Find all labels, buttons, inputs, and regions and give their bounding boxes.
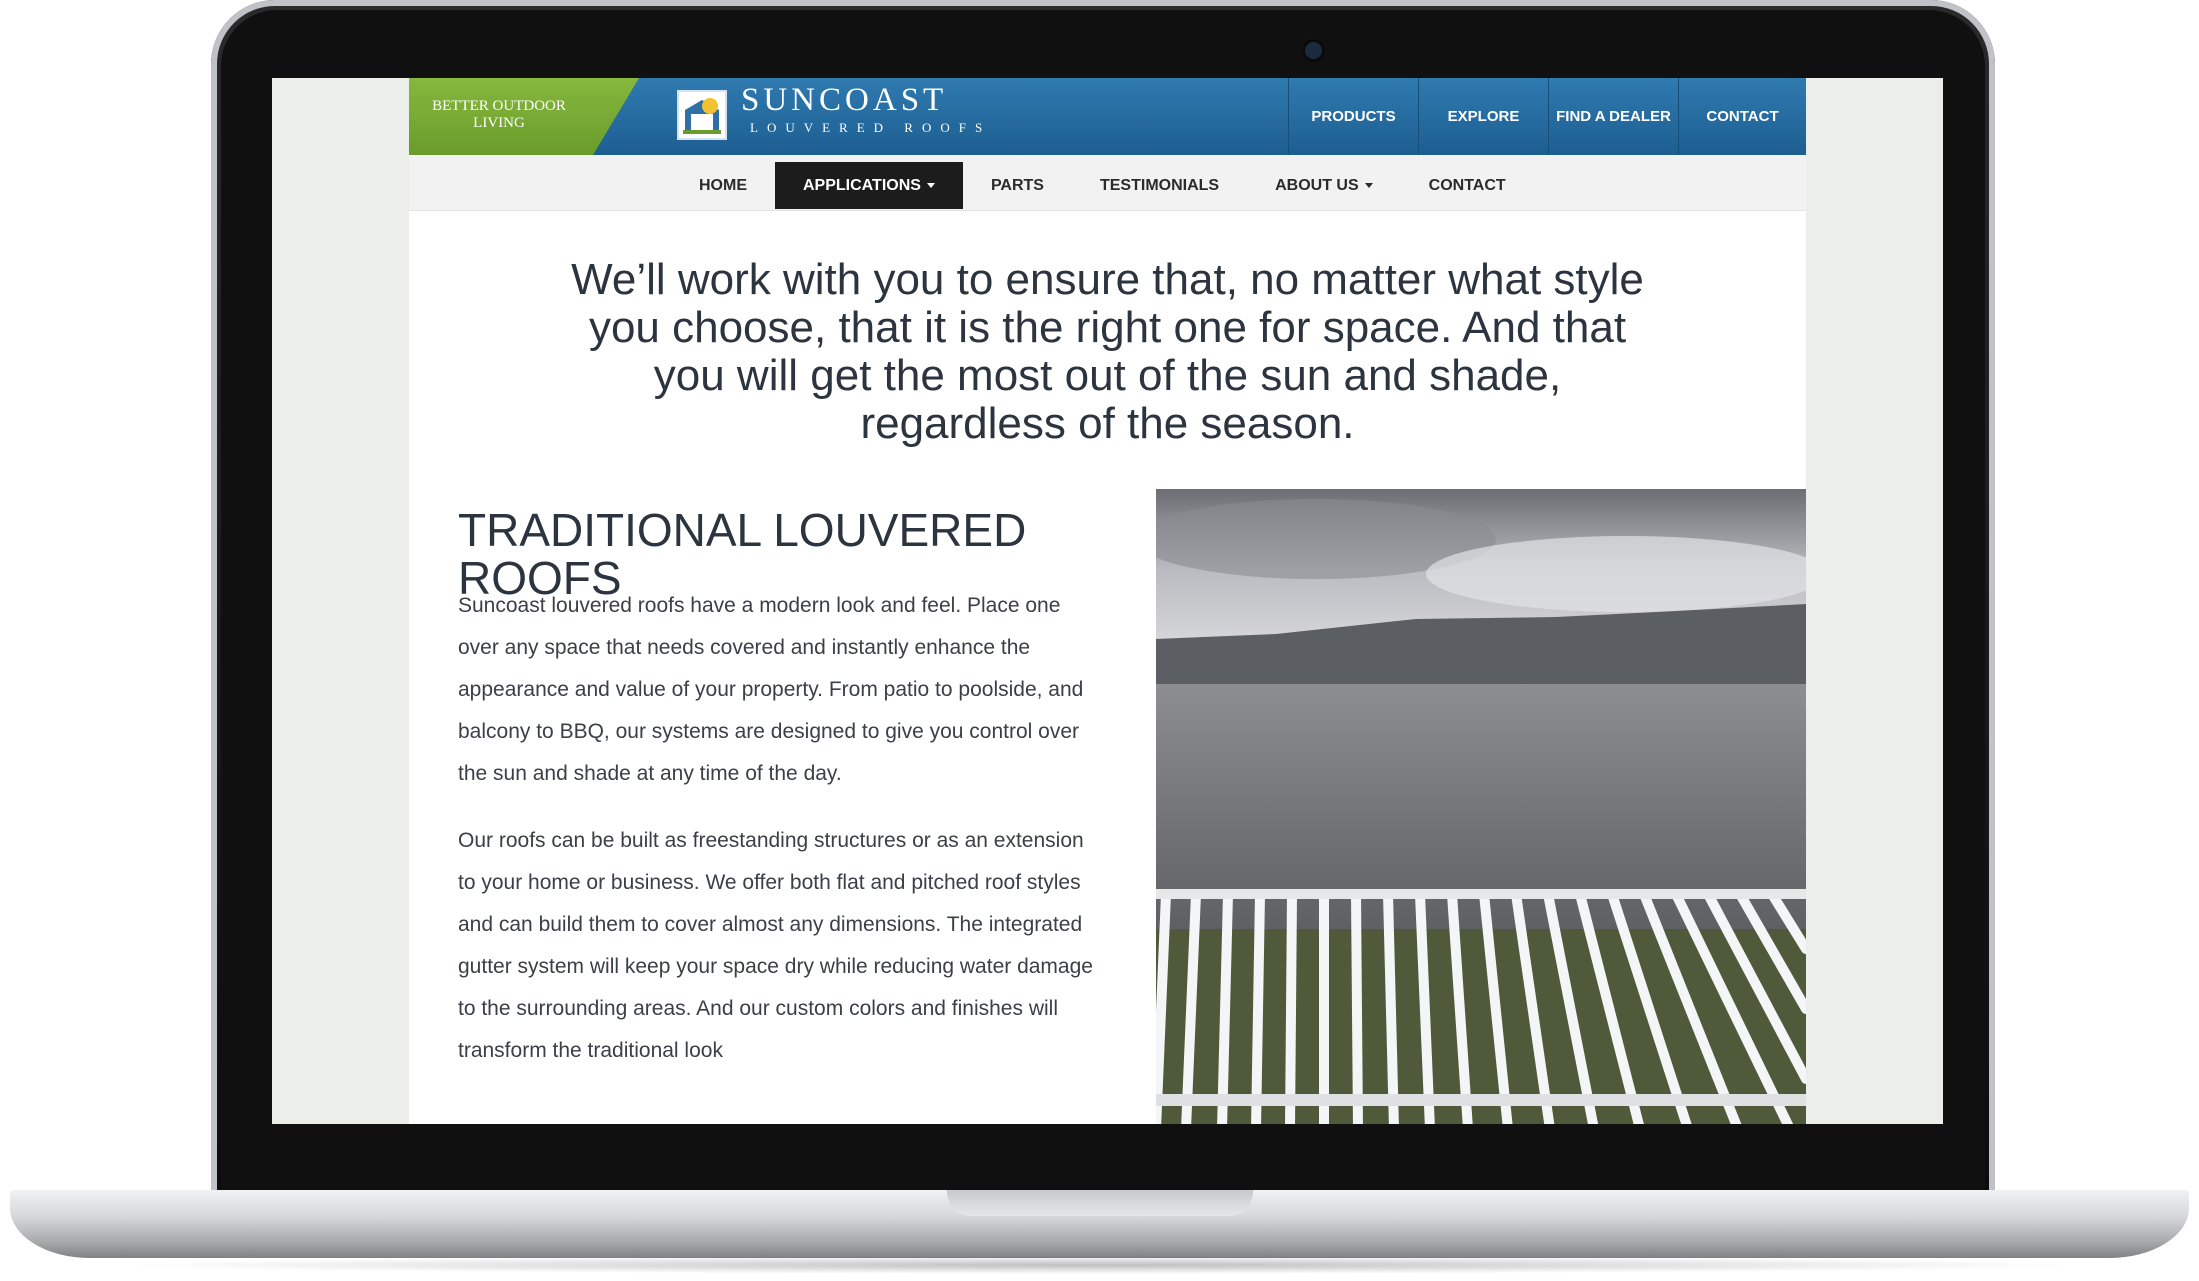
subnav-item-parts[interactable]: PARTS [963,162,1072,209]
website: BETTER OUTDOOR LIVING SUNCOAST LOUVERED … [409,78,1826,1124]
laptop-shadow [110,1256,2089,1274]
subnav-items: HOME APPLICATIONS PARTS TESTIMONIALS ABOUT U… [671,162,1534,209]
top-nav: PRODUCTS EXPLORE FIND A DEALER CONTACT [1288,78,1806,155]
subnav-item-label: HOME [699,176,747,194]
subnav-item-label: CONTACT [1428,176,1506,194]
logo-name[interactable]: SUNCOAST [741,82,947,119]
louvered-roof-photo [1136,489,1826,1124]
site-header: BETTER OUTDOOR LIVING SUNCOAST LOUVERED … [409,78,1806,155]
tagline-banner: BETTER OUTDOOR LIVING [409,78,639,155]
subnav-item-label: APPLICATIONS [803,176,921,194]
sub-navigation: HOME APPLICATIONS PARTS TESTIMONIALS ABOUT U… [409,155,1806,211]
top-nav-find-a-dealer[interactable]: FIND A DEALER [1548,78,1678,155]
subnav-item-contact[interactable]: CONTACT [1401,162,1534,209]
paragraph-2: Our roofs can be built as freestanding s… [458,829,1093,1062]
subnav-item-testimonials[interactable]: TESTIMONIALS [1072,162,1247,209]
laptop-screen: BETTER OUTDOOR LIVING SUNCOAST LOUVERED … [272,78,1943,1124]
subnav-item-about-us[interactable]: ABOUT US [1247,162,1401,209]
intro-heading: We’ll work with you to ensure that, no m… [571,255,1644,448]
laptop-base [10,1190,2189,1258]
subnav-item-label: TESTIMONIALS [1099,176,1220,194]
dropdown-caret-icon [926,183,935,188]
subnav-item-label: PARTS [990,176,1044,194]
subnav-item-home[interactable]: HOME [671,162,775,209]
laptop-base-notch [947,1190,1253,1216]
subnav-item-applications[interactable]: APPLICATIONS [775,162,963,209]
top-nav-contact[interactable]: CONTACT [1678,78,1806,155]
top-nav-explore[interactable]: EXPLORE [1418,78,1548,155]
tagline-text: BETTER OUTDOOR LIVING [432,98,566,131]
paragraph-1: Suncoast louvered roofs have a modern lo… [458,594,1084,785]
top-nav-products[interactable]: PRODUCTS [1288,78,1418,155]
laptop-camera-icon [1302,39,1325,62]
dropdown-caret-icon [1364,183,1373,188]
suncoast-logo-icon[interactable] [677,90,727,140]
logo-subtitle: LOUVERED ROOFS [750,120,992,135]
subnav-item-label: ABOUT US [1275,176,1359,194]
